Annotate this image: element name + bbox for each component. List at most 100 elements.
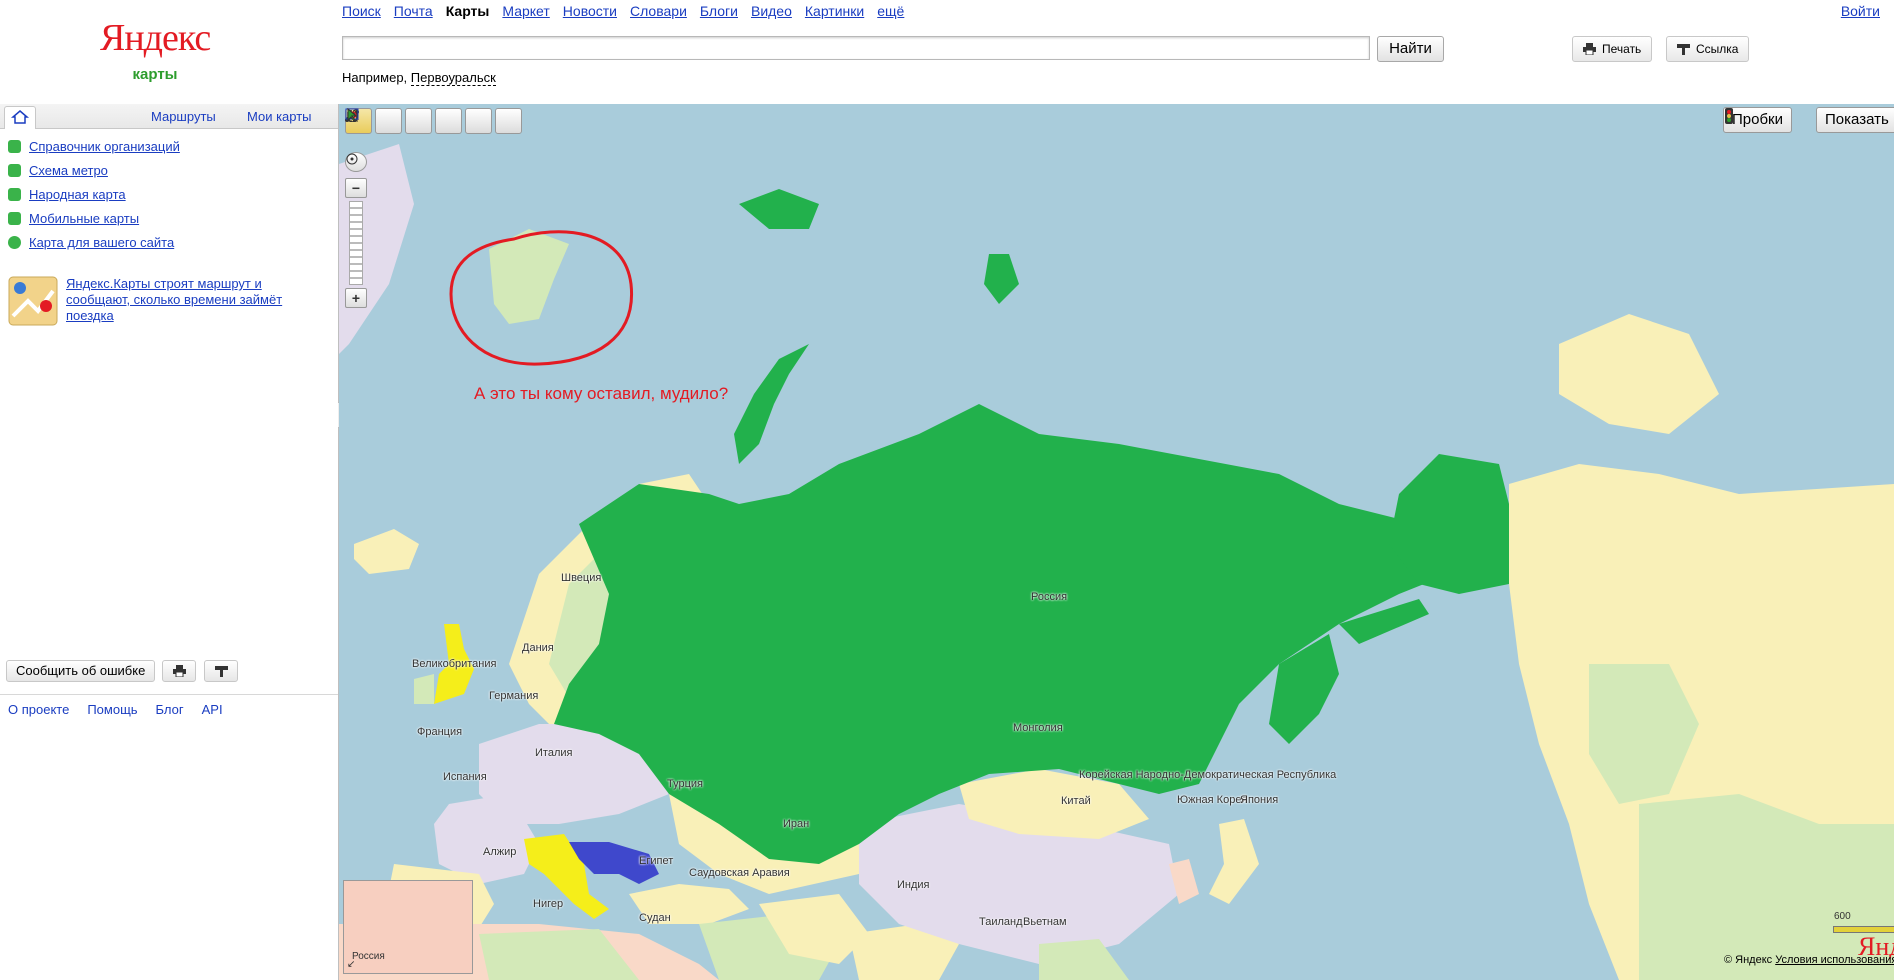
service-link-blogs[interactable]: Блоги [700,3,738,19]
site-map-icon [8,236,21,249]
map-label-turkey: Турция [667,778,703,790]
map-land-canadian-arctic [1559,314,1719,434]
map-label-france: Франция [417,726,463,738]
minimap[interactable]: Россия ↙ [343,880,473,974]
route-promo[interactable]: Яндекс.Карты строят маршрут и сообщают, … [8,276,291,326]
sidebar-item-label[interactable]: Мобильные карты [29,211,139,226]
footer-links: О проекте Помощь Блог API [8,702,223,717]
map-label-mongolia: Монголия [1013,722,1063,734]
yandex-logo[interactable]: Яндекс карты [100,18,211,83]
service-current-maps: Карты [445,3,490,19]
sidebar-item-mobile[interactable]: Мобильные карты [8,211,139,226]
select-tool-button[interactable] [347,108,522,134]
home-icon [10,110,30,124]
minimap-expand-icon[interactable]: ↙ [347,959,355,970]
search-button[interactable]: Найти [1377,36,1444,62]
service-link-search[interactable]: Поиск [342,3,381,19]
sidebar-item-people-map[interactable]: Народная карта [8,187,126,202]
map-annotation-text: А это ты кому оставил, мудило? [474,384,729,403]
traffic-button[interactable]: Пробки [1723,107,1792,133]
footer-link-about[interactable]: О проекте [8,702,69,717]
report-error-button[interactable]: Сообщить об ошибке [6,660,156,682]
sidebar-item-label[interactable]: Схема метро [29,163,108,178]
map-label-germany: Германия [489,690,539,702]
panel-print-button[interactable] [162,660,196,682]
logo-subtitle: карты [132,66,178,83]
divider [0,694,338,695]
map-view[interactable]: Россия Швеция Дания Великобритания Герма… [339,104,1894,980]
search-area-tool-button[interactable] [345,108,492,134]
route-tool-button[interactable] [345,108,462,134]
zoom-out-button[interactable]: − [345,178,367,198]
service-link-dictionaries[interactable]: Словари [630,3,687,19]
map-toolbar [345,108,522,134]
locate-button[interactable] [345,152,367,172]
map-label-china: Китай [1061,795,1091,807]
ruler-tool-button[interactable] [345,108,432,134]
map-label-sweden: Швеция [561,572,602,584]
panel-link-button[interactable] [204,660,238,682]
zoom-slider[interactable] [349,201,363,285]
print-button[interactable]: Печать [1572,36,1653,62]
link-pin-icon [1677,44,1690,55]
map-label-north-korea: Корейская Народно-Демократическая Респуб… [1079,769,1337,781]
tab-routes[interactable]: Маршруты [151,109,216,124]
map-label-denmark: Дания [522,642,554,654]
sidebar-item-metro[interactable]: Схема метро [8,163,108,178]
tab-my-maps[interactable]: Мои карты [247,109,312,124]
service-link-news[interactable]: Новости [563,3,617,19]
tab-home[interactable] [4,106,36,129]
map-label-south-korea: Южная Корея [1177,794,1248,806]
footer-link-help[interactable]: Помощь [87,702,137,717]
show-layers-button[interactable]: Показать [1816,107,1894,133]
people-map-icon [8,188,21,201]
left-panel: Маршруты Мои карты Справочник организаци… [0,104,339,980]
metro-icon [8,164,21,177]
map-label-algeria: Алжир [483,846,517,858]
link-button[interactable]: Ссылка [1666,36,1750,62]
footer-link-api[interactable]: API [202,702,223,717]
service-link-video[interactable]: Видео [751,3,792,19]
sidebar-item-label[interactable]: Карта для вашего сайта [29,235,174,250]
service-link-mail[interactable]: Почта [394,3,433,19]
map-land-iceland [354,529,419,574]
sidebar-item-site-map[interactable]: Карта для вашего сайта [8,235,174,250]
scale-label: 600 [1834,911,1851,922]
map-label-egypt: Египет [639,855,674,867]
zoom-in-button[interactable]: + [345,288,367,308]
sidebar-item-label[interactable]: Народная карта [29,187,126,202]
map-copyright: © Яндекс Условия использования [1724,954,1894,966]
example-link[interactable]: Первоуральск [410,70,496,86]
route-promo-link[interactable]: Яндекс.Карты строят маршрут и сообщают, … [66,276,291,326]
link-pin-icon [214,666,228,677]
map-land-franz-josef [739,189,819,229]
link-label: Ссылка [1696,42,1739,56]
map-label-spain: Испания [443,771,487,783]
map-label-russia: Россия [1031,591,1068,603]
map-canvas[interactable] [339,104,1894,980]
map-label-italy: Италия [535,747,573,759]
terms-link[interactable]: Условия использования [1775,954,1894,966]
example-prefix: Например, [342,70,408,85]
printer-icon [1583,43,1596,55]
panel-tabs: Маршруты Мои карты [0,104,338,129]
zoom-area-tool-button[interactable] [345,108,402,134]
traffic-label: Пробки [1732,111,1783,128]
login-link[interactable]: Войти [1841,3,1880,19]
service-link-market[interactable]: Маркет [502,3,549,19]
map-label-thailand: Таиланд [979,916,1023,928]
route-map-icon [8,276,58,326]
services-nav: Поиск Почта Карты Маркет Новости Словари… [342,3,904,19]
sidebar-item-directory[interactable]: Справочник организаций [8,139,180,154]
service-link-more[interactable]: ещё [877,3,904,19]
service-link-images[interactable]: Картинки [805,3,864,19]
map-land-novaya-zemlya [734,344,809,464]
print-label: Печать [1602,42,1642,56]
zoom-control: − + [345,152,367,308]
sidebar-item-label[interactable]: Справочник организаций [29,139,180,154]
footer-link-blog[interactable]: Блог [156,702,184,717]
cursor-icon [347,108,358,122]
search-input[interactable] [342,36,1370,60]
show-label: Показать [1825,111,1889,128]
map-label-india: Индия [897,879,930,891]
